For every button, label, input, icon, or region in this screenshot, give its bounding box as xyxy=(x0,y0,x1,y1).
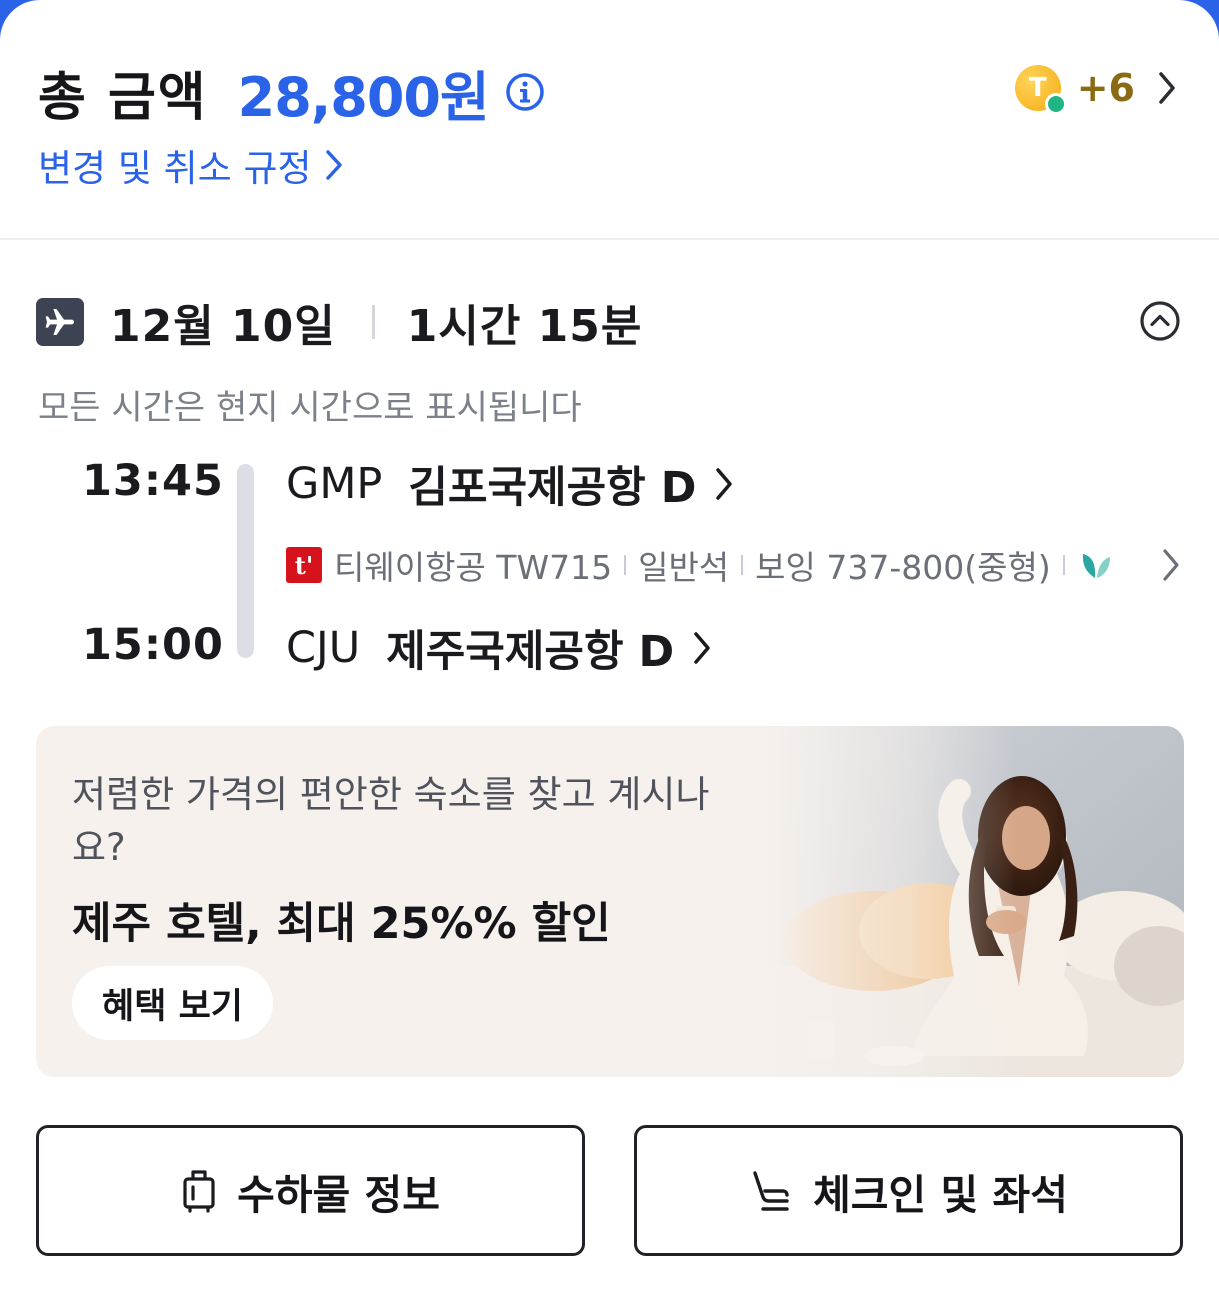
airline-flight-number: 티웨이항공 TW715 xyxy=(334,548,613,587)
arrival-time: 15:00 xyxy=(82,620,224,670)
plane-icon xyxy=(36,298,84,346)
chevron-right-icon xyxy=(714,466,734,502)
carrier-details-row[interactable]: t' 티웨이항공 TW715 일반석 보잉 737-800(중형) xyxy=(286,541,1181,589)
cancellation-policy-label: 변경 및 취소 규정 xyxy=(38,147,312,190)
total-price-value: 28,800원 xyxy=(237,65,490,129)
total-price-row: 총 금액 28,800원 xyxy=(38,52,545,132)
departure-airport-link[interactable]: GMP 김포국제공항 D xyxy=(286,454,734,514)
departure-airport-code: GMP xyxy=(286,459,383,509)
baggage-info-label: 수하물 정보 xyxy=(237,1170,440,1219)
local-time-note: 모든 시간은 현지 시간으로 표시됩니다 xyxy=(38,388,582,428)
arrival-airport-code: CJU xyxy=(286,623,361,673)
seat-icon xyxy=(749,1169,793,1213)
reward-points-button[interactable]: T +6 xyxy=(1014,60,1177,116)
airline-logo: t' xyxy=(286,547,322,583)
info-icon[interactable] xyxy=(505,72,545,112)
chevron-right-icon xyxy=(324,148,344,182)
departure-time: 13:45 xyxy=(82,456,224,506)
flight-date: 12월 10일 xyxy=(110,301,336,352)
flight-header: 12월 10일 1시간 15분 xyxy=(36,292,642,352)
cancellation-policy-link[interactable]: 변경 및 취소 규정 xyxy=(38,140,344,190)
leaf-icon xyxy=(1079,550,1113,580)
chevron-up-circle-icon[interactable] xyxy=(1139,300,1181,342)
section-divider xyxy=(0,238,1219,240)
departure-airport-name: 김포국제공항 D xyxy=(408,463,697,513)
chevron-right-icon xyxy=(1157,70,1177,106)
flight-duration: 1시간 15분 xyxy=(406,301,643,352)
total-price-label: 총 금액 xyxy=(38,67,208,128)
baggage-info-button[interactable]: 수하물 정보 xyxy=(36,1125,585,1256)
promo-headline: 제주 호텔, 최대 25%% 할인 xyxy=(72,899,611,949)
chevron-right-icon xyxy=(1161,547,1181,583)
clock-badge-icon xyxy=(1044,93,1067,115)
carrier-separator xyxy=(741,555,744,575)
carrier-separator xyxy=(1062,555,1065,575)
view-benefits-button[interactable]: 혜택 보기 xyxy=(72,966,273,1040)
checkin-seat-label: 체크인 및 좌석 xyxy=(813,1170,1068,1219)
cabin-class: 일반석 xyxy=(638,548,730,587)
checkin-seat-button[interactable]: 체크인 및 좌석 xyxy=(634,1125,1183,1256)
arrival-airport-link[interactable]: CJU 제주국제공항 D xyxy=(286,618,712,678)
promo-question: 저렴한 가격의 편안한 숙소를 찾고 계시나요? xyxy=(72,773,710,869)
luggage-icon xyxy=(181,1169,217,1213)
aircraft-type: 보잉 737-800(중형) xyxy=(755,548,1051,587)
coin-letter: T xyxy=(1028,73,1047,103)
hotel-promo-card[interactable]: 저렴한 가격의 편안한 숙소를 찾고 계시나요? 제주 호텔, 최대 25%% … xyxy=(36,726,1184,1077)
chevron-right-icon xyxy=(692,630,712,666)
arrival-airport-name: 제주국제공항 D xyxy=(386,627,675,677)
carrier-separator xyxy=(624,555,627,575)
header-separator xyxy=(371,305,375,339)
booking-sheet: 총 금액 28,800원 변경 및 취소 규정 T +6 12월 10일 1시간… xyxy=(0,0,1219,1295)
coin-icon: T xyxy=(1014,65,1067,115)
flight-timeline-bar xyxy=(237,464,254,658)
reward-points-count: +6 xyxy=(1076,66,1135,110)
promo-photo xyxy=(764,726,1184,1077)
